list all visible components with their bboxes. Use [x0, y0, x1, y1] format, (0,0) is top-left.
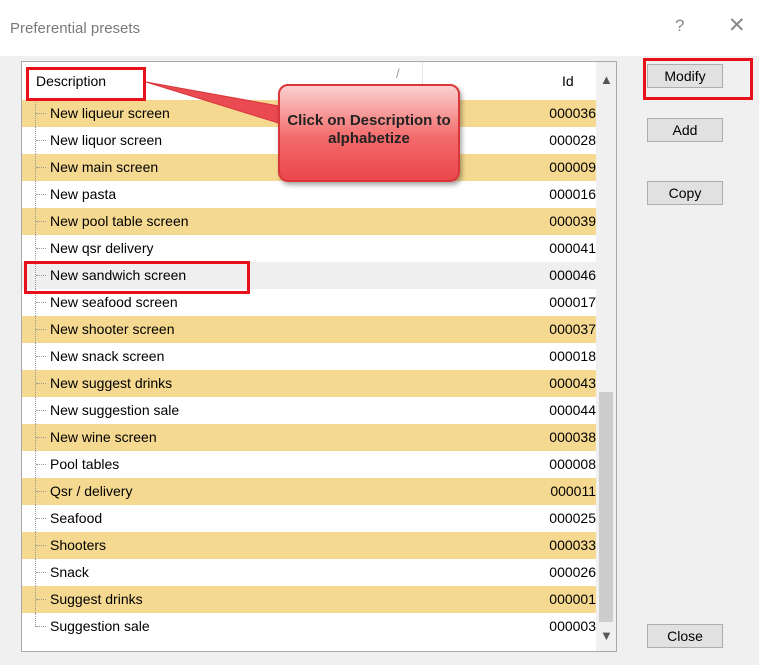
copy-button[interactable]: Copy: [647, 181, 723, 205]
row-id: 000025: [549, 510, 596, 526]
sort-indicator-icon: /: [396, 66, 400, 81]
row-description: New snack screen: [50, 348, 165, 364]
row-id: 000033: [549, 537, 596, 553]
annotation-callout: Click on Description to alphabetize: [278, 84, 460, 182]
row-description: Seafood: [50, 510, 103, 526]
tree-branch: [36, 599, 46, 600]
list-row[interactable]: New pool table screen 000039: [22, 208, 596, 235]
tree-line: [35, 613, 36, 627]
scroll-up-icon[interactable]: ▲: [600, 72, 613, 87]
list-row[interactable]: New suggest drinks 000043: [22, 370, 596, 397]
row-description: Shooters: [50, 537, 107, 553]
tree-branch: [36, 572, 46, 573]
row-id: 000037: [549, 321, 596, 337]
tree-branch: [36, 140, 46, 141]
tree-branch: [36, 194, 46, 195]
row-description: New wine screen: [50, 429, 157, 445]
list-row[interactable]: Seafood 000025: [22, 505, 596, 532]
modify-button[interactable]: Modify: [647, 64, 723, 88]
row-id: 000026: [549, 564, 596, 580]
row-id: 000018: [549, 348, 596, 364]
tree-branch: [36, 113, 46, 114]
row-description: New liquor screen: [50, 132, 163, 148]
list-row[interactable]: Qsr / delivery 000011: [22, 478, 596, 505]
row-description: New sandwich screen: [50, 267, 187, 283]
row-description: Suggest drinks: [50, 591, 143, 607]
row-id: 000044: [549, 402, 596, 418]
row-id: 000043: [549, 375, 596, 391]
list-row[interactable]: New qsr delivery 000041: [22, 235, 596, 262]
vertical-scrollbar[interactable]: ▲ ▼: [596, 62, 616, 651]
row-id: 000001: [549, 591, 596, 607]
column-header-description[interactable]: Description: [36, 73, 106, 89]
row-id: 000028: [549, 132, 596, 148]
tree-branch: [36, 356, 46, 357]
row-description: New seafood screen: [50, 294, 178, 310]
tree-branch: [36, 383, 46, 384]
list-row[interactable]: Suggest drinks 000001: [22, 586, 596, 613]
tree-branch: [36, 626, 46, 627]
scroll-down-icon[interactable]: ▼: [600, 628, 613, 643]
close-window-button[interactable]: ✕: [728, 13, 746, 38]
row-description: Snack: [50, 564, 89, 580]
tree-branch: [36, 221, 46, 222]
row-id: 000016: [549, 186, 596, 202]
tree-branch: [36, 329, 46, 330]
row-description: New suggest drinks: [50, 375, 173, 391]
tree-branch: [36, 491, 46, 492]
column-header-id[interactable]: Id: [562, 73, 574, 89]
row-description: Qsr / delivery: [50, 483, 133, 499]
list-row[interactable]: New wine screen 000038: [22, 424, 596, 451]
row-description: Pool tables: [50, 456, 120, 472]
row-description: New main screen: [50, 159, 159, 175]
callout-text: Click on Description to alphabetize: [287, 112, 451, 147]
list-row[interactable]: New suggestion sale 000044: [22, 397, 596, 424]
close-button[interactable]: Close: [647, 624, 723, 648]
row-id: 000008: [549, 456, 596, 472]
row-id: 000046: [549, 267, 596, 283]
row-description: New qsr delivery: [50, 240, 154, 256]
tree-branch: [36, 437, 46, 438]
row-id: 000009: [549, 159, 596, 175]
row-description: New liqueur screen: [50, 105, 170, 121]
add-button[interactable]: Add: [647, 118, 723, 142]
row-id: 000036: [549, 105, 596, 121]
row-id: 000011: [550, 483, 596, 499]
list-row[interactable]: Pool tables 000008: [22, 451, 596, 478]
list-row[interactable]: New pasta 000016: [22, 181, 596, 208]
help-button[interactable]: ?: [675, 16, 684, 36]
tree-branch: [36, 167, 46, 168]
tree-branch: [36, 464, 46, 465]
list-row[interactable]: Suggestion sale 000003: [22, 613, 596, 640]
scrollbar-thumb[interactable]: [599, 392, 613, 622]
list-row[interactable]: New shooter screen 000037: [22, 316, 596, 343]
row-description: New pasta: [50, 186, 117, 202]
row-id: 000039: [549, 213, 596, 229]
list-row[interactable]: New snack screen 000018: [22, 343, 596, 370]
title-bar: Preferential presets ? ✕: [0, 0, 759, 56]
row-description: New shooter screen: [50, 321, 175, 337]
row-id: 000003: [549, 618, 596, 634]
list-row[interactable]: New seafood screen 000017: [22, 289, 596, 316]
row-description: Suggestion sale: [50, 618, 150, 634]
tree-branch: [36, 248, 46, 249]
row-id: 000017: [549, 294, 596, 310]
tree-branch: [36, 275, 46, 276]
row-id: 000041: [549, 240, 596, 256]
tree-branch: [36, 545, 46, 546]
row-id: 000038: [549, 429, 596, 445]
list-row[interactable]: Shooters 000033: [22, 532, 596, 559]
list-row[interactable]: New sandwich screen 000046: [22, 262, 596, 289]
tree-branch: [36, 410, 46, 411]
window-title: Preferential presets: [10, 20, 141, 37]
tree-branch: [36, 302, 46, 303]
list-row[interactable]: Snack 000026: [22, 559, 596, 586]
row-description: New suggestion sale: [50, 402, 180, 418]
tree-branch: [36, 518, 46, 519]
row-description: New pool table screen: [50, 213, 189, 229]
